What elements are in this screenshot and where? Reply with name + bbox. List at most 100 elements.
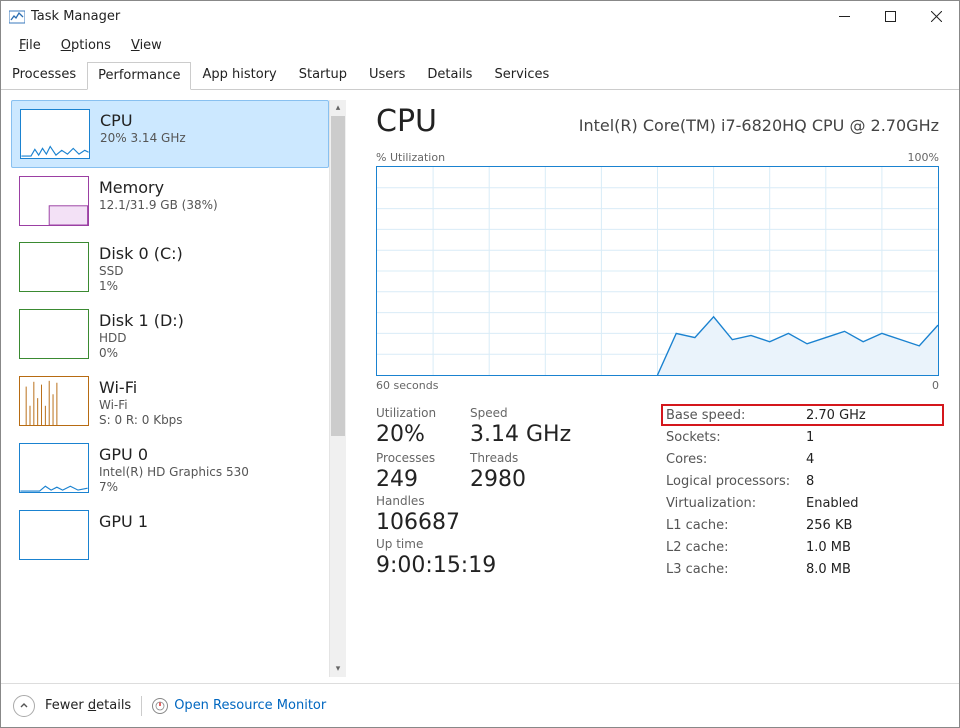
scroll-thumb[interactable]: [331, 116, 345, 436]
kv-label: Cores:: [666, 452, 806, 467]
kv-row: Logical processors:8: [666, 470, 939, 492]
kv-label: L3 cache:: [666, 562, 806, 577]
thumb-disk0: [19, 242, 89, 292]
resource-monitor-label: Open Resource Monitor: [174, 698, 326, 713]
kv-label: L2 cache:: [666, 540, 806, 555]
cpu-chart[interactable]: [376, 166, 939, 376]
kv-label: Virtualization:: [666, 496, 806, 511]
kv-row: L2 cache:1.0 MB: [666, 536, 939, 558]
scroll-up-icon[interactable]: ▴: [330, 100, 346, 116]
open-resource-monitor-link[interactable]: Open Resource Monitor: [152, 698, 326, 714]
chart-label-top-right: 100%: [908, 151, 939, 164]
sidebar-item-sub: HDD: [99, 331, 184, 345]
kv-label: Sockets:: [666, 430, 806, 445]
window-title: Task Manager: [31, 9, 120, 24]
sidebar-item-mem[interactable]: Memory12.1/31.9 GB (38%): [11, 168, 329, 234]
sidebar-item-disk1[interactable]: Disk 1 (D:)HDD0%: [11, 301, 329, 368]
stat-processes: 249: [376, 467, 456, 492]
kv-label: L1 cache:: [666, 518, 806, 533]
titlebar: Task Manager: [1, 1, 959, 33]
stat-threads: 2980: [470, 467, 550, 492]
maximize-button[interactable]: [867, 1, 913, 32]
sidebar-item-sub: SSD: [99, 264, 183, 278]
fewer-details-link[interactable]: Fewer details: [45, 698, 131, 713]
thumb-cpu: [20, 109, 90, 159]
footer: Fewer details Open Resource Monitor: [1, 683, 959, 727]
sidebar-scrollbar[interactable]: ▴ ▾: [329, 100, 346, 677]
sidebar-item-wifi[interactable]: Wi-FiWi-FiS: 0 R: 0 Kbps: [11, 368, 329, 435]
thumb-wifi: [19, 376, 89, 426]
tab-performance[interactable]: Performance: [87, 62, 191, 90]
kv-value: 8: [806, 474, 814, 489]
sidebar-item-title: Disk 1 (D:): [99, 311, 184, 330]
menu-options[interactable]: Options: [51, 35, 121, 56]
sidebar-item-title: Disk 0 (C:): [99, 244, 183, 263]
resource-monitor-icon: [152, 698, 168, 714]
sidebar-item-cpu[interactable]: CPU20% 3.14 GHz: [11, 100, 329, 168]
kv-value: 1: [806, 430, 814, 445]
sidebar-item-title: GPU 0: [99, 445, 249, 464]
sidebar-item-gpu0[interactable]: GPU 0Intel(R) HD Graphics 5307%: [11, 435, 329, 502]
stat-speed: 3.14 GHz: [470, 422, 571, 447]
page-title: CPU: [376, 104, 437, 139]
sidebar-item-sub2: 0%: [99, 346, 184, 360]
kv-row: Cores:4: [666, 448, 939, 470]
sidebar-item-sub2: 1%: [99, 279, 183, 293]
sidebar-item-sub2: 7%: [99, 480, 249, 494]
stat-label: Threads: [470, 451, 550, 465]
tab-users[interactable]: Users: [358, 61, 416, 89]
scroll-down-icon[interactable]: ▾: [330, 661, 346, 677]
sidebar-item-disk0[interactable]: Disk 0 (C:)SSD1%: [11, 234, 329, 301]
fewer-details-icon[interactable]: [13, 695, 35, 717]
kv-value: 8.0 MB: [806, 562, 851, 577]
stat-uptime: 9:00:15:19: [376, 553, 612, 578]
tab-startup[interactable]: Startup: [288, 61, 358, 89]
kv-value: 2.70 GHz: [806, 408, 866, 423]
minimize-button[interactable]: [821, 1, 867, 32]
stat-label: Up time: [376, 537, 612, 551]
tab-app-history[interactable]: App history: [191, 61, 287, 89]
menu-file[interactable]: File: [9, 35, 51, 56]
sidebar-item-title: Memory: [99, 178, 218, 197]
stats-right: Base speed:2.70 GHzSockets:1Cores:4Logic…: [666, 406, 939, 580]
kv-value: Enabled: [806, 496, 859, 511]
kv-row: L1 cache:256 KB: [666, 514, 939, 536]
kv-row: Base speed:2.70 GHz: [661, 404, 944, 426]
main-content: CPU Intel(R) Core(TM) i7-6820HQ CPU @ 2.…: [346, 100, 949, 677]
sidebar-item-sub: Wi-Fi: [99, 398, 183, 412]
thumb-gpu1: [19, 510, 89, 560]
cpu-model: Intel(R) Core(TM) i7-6820HQ CPU @ 2.70GH…: [579, 116, 939, 135]
stat-handles: 106687: [376, 510, 460, 535]
menu-view[interactable]: View: [121, 35, 172, 56]
stat-label: Utilization: [376, 406, 456, 420]
kv-row: L3 cache:8.0 MB: [666, 558, 939, 580]
stat-label: Speed: [470, 406, 571, 420]
sidebar-item-gpu1[interactable]: GPU 1: [11, 502, 329, 568]
window-controls: [821, 1, 959, 32]
sidebar-item-title: GPU 1: [99, 512, 148, 531]
sidebar-item-sub: Intel(R) HD Graphics 530: [99, 465, 249, 479]
kv-row: Virtualization:Enabled: [666, 492, 939, 514]
sidebar-item-sub: 20% 3.14 GHz: [100, 131, 186, 145]
stat-label: Processes: [376, 451, 456, 465]
sidebar-item-sub2: S: 0 R: 0 Kbps: [99, 413, 183, 427]
thumb-disk1: [19, 309, 89, 359]
stat-utilization: 20%: [376, 422, 456, 447]
kv-label: Logical processors:: [666, 474, 806, 489]
chart-label-top-left: % Utilization: [376, 151, 445, 164]
close-button[interactable]: [913, 1, 959, 32]
footer-divider: [141, 696, 142, 716]
chart-label-bot-left: 60 seconds: [376, 379, 438, 392]
kv-label: Base speed:: [666, 408, 806, 423]
kv-value: 256 KB: [806, 518, 852, 533]
tab-services[interactable]: Services: [483, 61, 560, 89]
app-icon: [9, 9, 25, 25]
kv-row: Sockets:1: [666, 426, 939, 448]
tab-processes[interactable]: Processes: [1, 61, 87, 89]
sidebar-item-title: CPU: [100, 111, 186, 130]
chart-label-bot-right: 0: [932, 379, 939, 392]
tab-details[interactable]: Details: [416, 61, 483, 89]
stat-label: Handles: [376, 494, 460, 508]
tabstrip: ProcessesPerformanceApp historyStartupUs…: [1, 57, 959, 90]
thumb-gpu0: [19, 443, 89, 493]
